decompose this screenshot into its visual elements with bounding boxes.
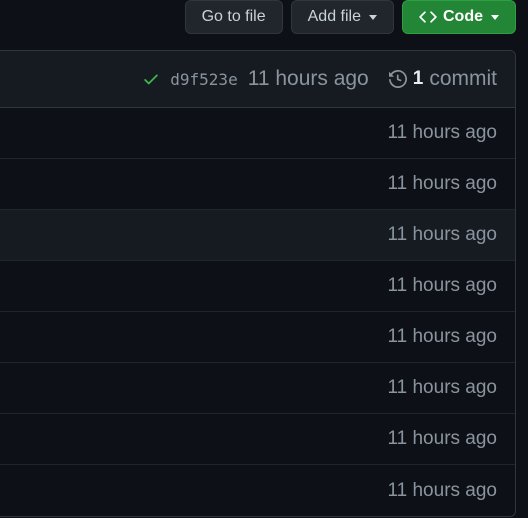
- commits-link[interactable]: 1 commit: [389, 67, 497, 91]
- commit-count: 1: [413, 68, 424, 90]
- add-file-button[interactable]: Add file: [291, 0, 394, 34]
- file-modified-time: 11 hours ago: [387, 122, 497, 144]
- add-file-label: Add file: [308, 7, 361, 27]
- commit-time: 11 hours ago: [248, 67, 369, 91]
- table-row[interactable]: 11 hours ago: [0, 312, 515, 363]
- go-to-file-button[interactable]: Go to file: [185, 0, 283, 34]
- check-icon: [142, 70, 160, 88]
- code-button[interactable]: Code: [402, 0, 516, 34]
- repo-toolbar: Go to file Add file Code: [0, 0, 528, 50]
- code-label: Code: [443, 7, 483, 27]
- table-row[interactable]: 11 hours ago: [0, 465, 515, 516]
- file-modified-time: 11 hours ago: [387, 480, 497, 502]
- table-row[interactable]: 11 hours ago: [0, 210, 515, 261]
- code-icon: [419, 8, 437, 26]
- table-row[interactable]: 11 hours ago: [0, 261, 515, 312]
- file-modified-time: 11 hours ago: [387, 173, 497, 195]
- commit-sha[interactable]: d9f523e: [170, 70, 237, 89]
- caret-down-icon: [491, 15, 499, 20]
- file-modified-time: 11 hours ago: [387, 275, 497, 297]
- file-modified-time: 11 hours ago: [387, 224, 497, 246]
- caret-down-icon: [369, 15, 377, 20]
- table-row[interactable]: 11 hours ago: [0, 159, 515, 210]
- file-modified-time: 11 hours ago: [387, 428, 497, 450]
- history-icon: [389, 70, 407, 88]
- table-row[interactable]: 11 hours ago: [0, 108, 515, 159]
- table-row[interactable]: 11 hours ago: [0, 414, 515, 465]
- table-row[interactable]: 11 hours ago: [0, 363, 515, 414]
- commit-count-label: commit: [429, 67, 497, 91]
- latest-commit-bar: d9f523e 11 hours ago 1 commit: [0, 51, 515, 108]
- file-modified-time: 11 hours ago: [387, 326, 497, 348]
- file-listing: d9f523e 11 hours ago 1 commit 11 hours a…: [0, 50, 516, 517]
- file-modified-time: 11 hours ago: [387, 377, 497, 399]
- go-to-file-label: Go to file: [202, 7, 266, 27]
